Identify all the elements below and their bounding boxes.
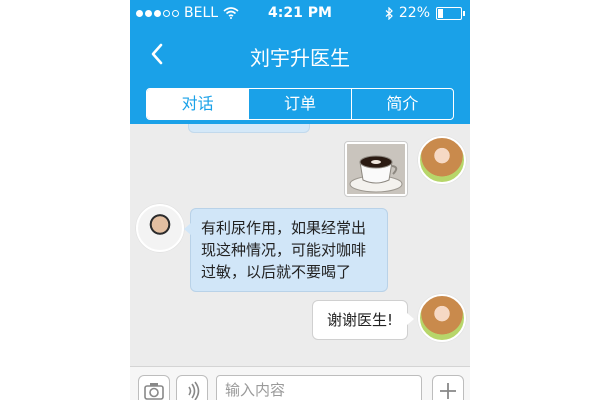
input-bar [130,366,470,400]
status-bar: BELL 4:21 PM 22% [130,0,470,28]
patient-avatar[interactable] [418,294,466,342]
tab-profile[interactable]: 简介 [350,89,453,119]
camera-button[interactable] [138,375,170,400]
doctor-avatar[interactable] [136,204,184,252]
message-input[interactable] [216,375,422,400]
previous-message-bubble [188,124,310,133]
coffee-cup-image [347,144,405,194]
chat-screen: BELL 4:21 PM 22% 刘宇升医生 对话 订单 简介 有利尿作用，如果… [130,0,470,400]
tab-bar: 对话 订单 简介 [146,88,454,120]
bluetooth-icon [385,6,393,20]
page-title: 刘宇升医生 [250,46,350,70]
voice-button[interactable] [176,375,208,400]
tab-orders[interactable]: 订单 [248,89,350,119]
doctor-message-bubble: 有利尿作用，如果经常出现这种情况，可能对咖啡过敏，以后就不要喝了 [184,208,388,292]
header-bar: BELL 4:21 PM 22% 刘宇升医生 对话 订单 简介 [130,0,470,124]
plus-icon [440,383,456,399]
battery-icon [436,6,465,20]
battery-percent: 22% [398,5,430,21]
patient-avatar[interactable] [418,136,466,184]
patient-message-bubble: 谢谢医生! [312,300,414,340]
camera-icon [144,383,164,400]
add-button[interactable] [432,375,464,400]
image-message[interactable] [344,141,408,197]
tab-conversation[interactable]: 对话 [147,89,249,119]
voice-icon [188,381,200,400]
